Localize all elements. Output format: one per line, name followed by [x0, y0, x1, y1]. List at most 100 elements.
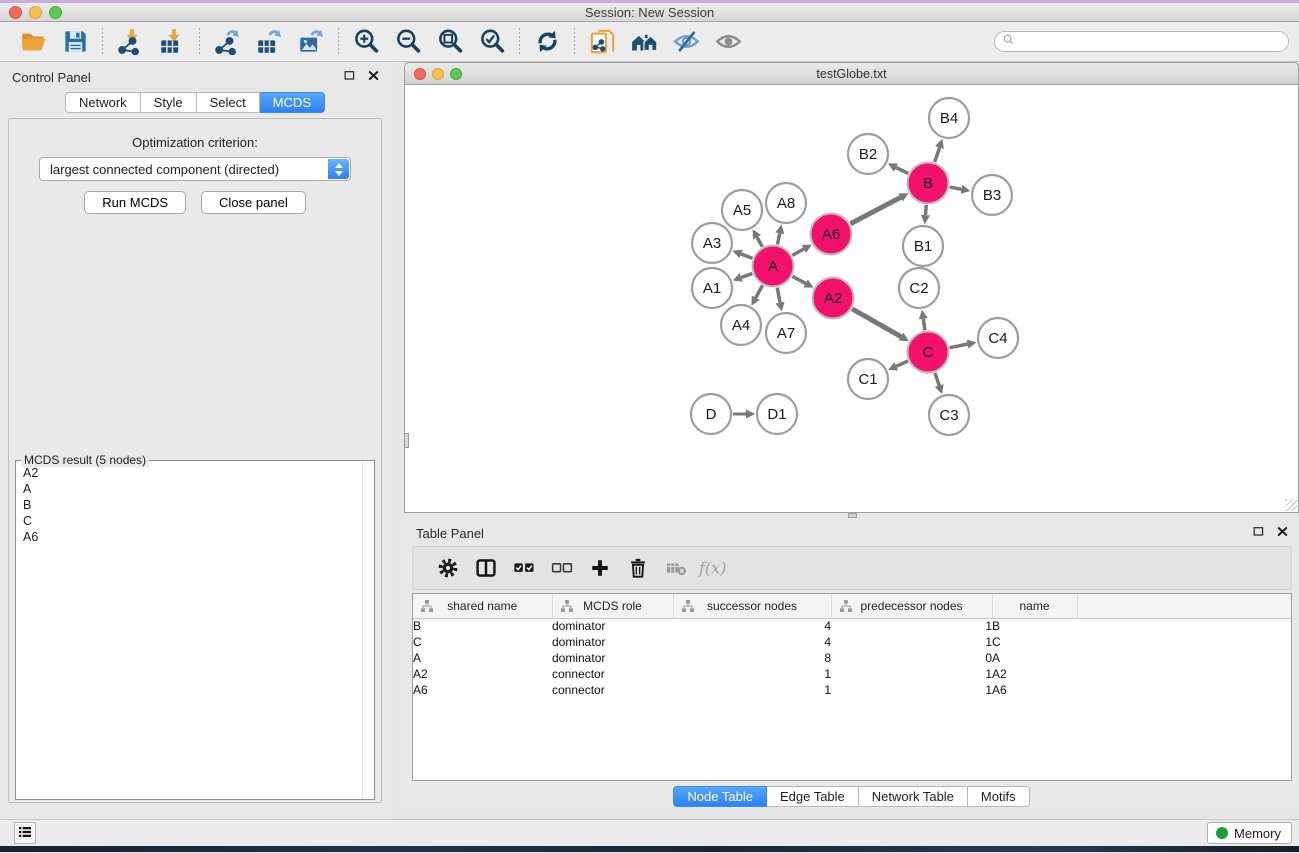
network-window-controls — [414, 68, 462, 80]
network-canvas[interactable]: B4B2BB3A8A5A6A3B1AA1C2A2A4A7C4CC1DC3D1 — [404, 85, 1299, 513]
table-row[interactable]: A6connector11A6 — [413, 682, 1291, 698]
overview-icon[interactable] — [623, 25, 665, 59]
mcds-result-item[interactable]: A2 — [17, 465, 361, 481]
tab-motifs[interactable]: Motifs — [968, 786, 1030, 807]
table-row[interactable]: Bdominator41B — [413, 618, 1291, 634]
column-header-MCDS-role[interactable]: MCDS role — [552, 594, 673, 618]
delete-table-icon[interactable] — [657, 550, 695, 586]
result-list-scrollbar[interactable] — [362, 462, 373, 798]
column-header-predecessor-nodes[interactable]: predecessor nodes — [831, 594, 992, 618]
save-session-icon[interactable] — [54, 25, 96, 59]
delete-column-icon[interactable] — [619, 550, 657, 586]
tab-network-table[interactable]: Network Table — [859, 786, 968, 807]
column-header-shared-name[interactable]: shared name — [413, 594, 552, 618]
tree-icon — [839, 599, 853, 613]
add-column-icon[interactable] — [581, 550, 619, 586]
function-builder-icon[interactable]: f(x) — [695, 550, 733, 586]
table-row[interactable]: Cdominator41C — [413, 634, 1291, 650]
tree-icon — [560, 599, 574, 613]
table-row[interactable]: A2connector11A2 — [413, 666, 1291, 682]
float-panel-icon[interactable] — [343, 69, 356, 82]
column-header-successor-nodes[interactable]: successor nodes — [673, 594, 831, 618]
show-graphics-details-icon[interactable] — [707, 25, 749, 59]
network-zoom-button[interactable] — [450, 68, 462, 80]
memory-button[interactable]: Memory — [1207, 822, 1292, 844]
edge-A2-C[interactable] — [852, 309, 901, 337]
close-window-button[interactable] — [9, 6, 22, 19]
graph-node-label: C3 — [939, 407, 958, 424]
refresh-view-icon[interactable] — [526, 25, 568, 59]
network-close-button[interactable] — [414, 68, 426, 80]
edge-B-B3[interactable] — [950, 187, 962, 189]
edge-C-C2[interactable] — [923, 319, 925, 331]
table-row[interactable]: Adominator80A — [413, 650, 1291, 666]
export-image-icon[interactable] — [290, 25, 332, 59]
zoom-out-icon[interactable] — [387, 25, 429, 59]
zoom-selected-icon[interactable] — [471, 25, 513, 59]
close-panel-icon[interactable] — [367, 69, 380, 82]
split-view-icon[interactable] — [467, 550, 505, 586]
search-box[interactable] — [994, 31, 1289, 52]
edge-C-C4[interactable] — [950, 344, 968, 348]
os-titlebar[interactable]: Session: New Session — [0, 3, 1299, 22]
import-table-icon[interactable] — [151, 25, 193, 59]
search-input[interactable] — [1016, 33, 1288, 50]
mcds-result-item[interactable]: C — [17, 513, 361, 529]
edge-A-A4[interactable] — [756, 285, 763, 297]
zoom-fit-icon[interactable] — [429, 25, 471, 59]
tab-edge-table[interactable]: Edge Table — [767, 786, 859, 807]
edge-A-A6[interactable] — [792, 249, 804, 255]
canvas-left-divider-handle[interactable] — [404, 433, 409, 448]
edge-arrowhead — [935, 139, 944, 149]
close-panel-button[interactable]: Close panel — [201, 191, 306, 214]
toolbar-separator — [199, 28, 200, 56]
select-all-columns-icon[interactable] — [505, 550, 543, 586]
close-table-panel-icon[interactable] — [1276, 525, 1289, 538]
control-panel: Control Panel NetworkStyleSelectMCDS Opt… — [0, 62, 390, 819]
zoom-window-button[interactable] — [49, 6, 62, 19]
edge-A-A8[interactable] — [777, 233, 779, 244]
zoom-in-icon[interactable] — [345, 25, 387, 59]
tab-select[interactable]: Select — [197, 92, 260, 113]
unselect-all-columns-icon[interactable] — [543, 550, 581, 586]
export-table-icon[interactable] — [248, 25, 290, 59]
tab-network[interactable]: Network — [65, 92, 141, 113]
edge-A-A3[interactable] — [741, 254, 752, 258]
edge-A-A1[interactable] — [741, 273, 752, 277]
float-table-panel-icon[interactable] — [1252, 525, 1265, 538]
open-file-icon[interactable] — [12, 25, 54, 59]
mcds-result-item[interactable]: B — [17, 497, 361, 513]
edge-A-A2[interactable] — [792, 276, 805, 283]
edge-A-A7[interactable] — [777, 288, 780, 303]
window-resize-grip[interactable] — [1285, 499, 1297, 511]
edge-A-A5[interactable] — [757, 237, 762, 247]
tab-mcds[interactable]: MCDS — [260, 92, 325, 113]
duplicate-network-icon[interactable] — [581, 25, 623, 59]
edge-B-B4[interactable] — [935, 147, 940, 162]
network-window-titlebar[interactable]: testGlobe.txt — [404, 62, 1299, 85]
edge-B-B2[interactable] — [896, 167, 908, 173]
main-area: Control Panel NetworkStyleSelectMCDS Opt… — [0, 62, 1299, 819]
gear-icon[interactable] — [429, 550, 467, 586]
edge-B-B1[interactable] — [925, 205, 926, 215]
network-minimize-button[interactable] — [432, 68, 444, 80]
edge-A6-B[interactable] — [850, 197, 900, 223]
edge-C-C3[interactable] — [935, 373, 939, 386]
graph-node-label: C4 — [988, 330, 1007, 347]
mcds-result-item[interactable]: A6 — [17, 529, 361, 545]
task-history-button[interactable] — [14, 822, 36, 844]
tab-node-table[interactable]: Node Table — [673, 786, 767, 807]
minimize-window-button[interactable] — [29, 6, 42, 19]
mcds-result-item[interactable]: A — [17, 481, 361, 497]
graph-node-label: A3 — [703, 235, 721, 252]
hide-graphics-details-icon[interactable] — [665, 25, 707, 59]
optimization-criterion-select[interactable]: largest connected component (directed) — [39, 157, 351, 181]
import-network-icon[interactable] — [109, 25, 151, 59]
tab-style[interactable]: Style — [141, 92, 197, 113]
toolbar-separator — [574, 28, 575, 56]
graph-node-label: B1 — [914, 238, 932, 255]
column-header-name[interactable]: name — [992, 594, 1077, 618]
run-mcds-button[interactable]: Run MCDS — [84, 191, 186, 214]
edge-C-C1[interactable] — [896, 361, 908, 366]
export-network-icon[interactable] — [206, 25, 248, 59]
